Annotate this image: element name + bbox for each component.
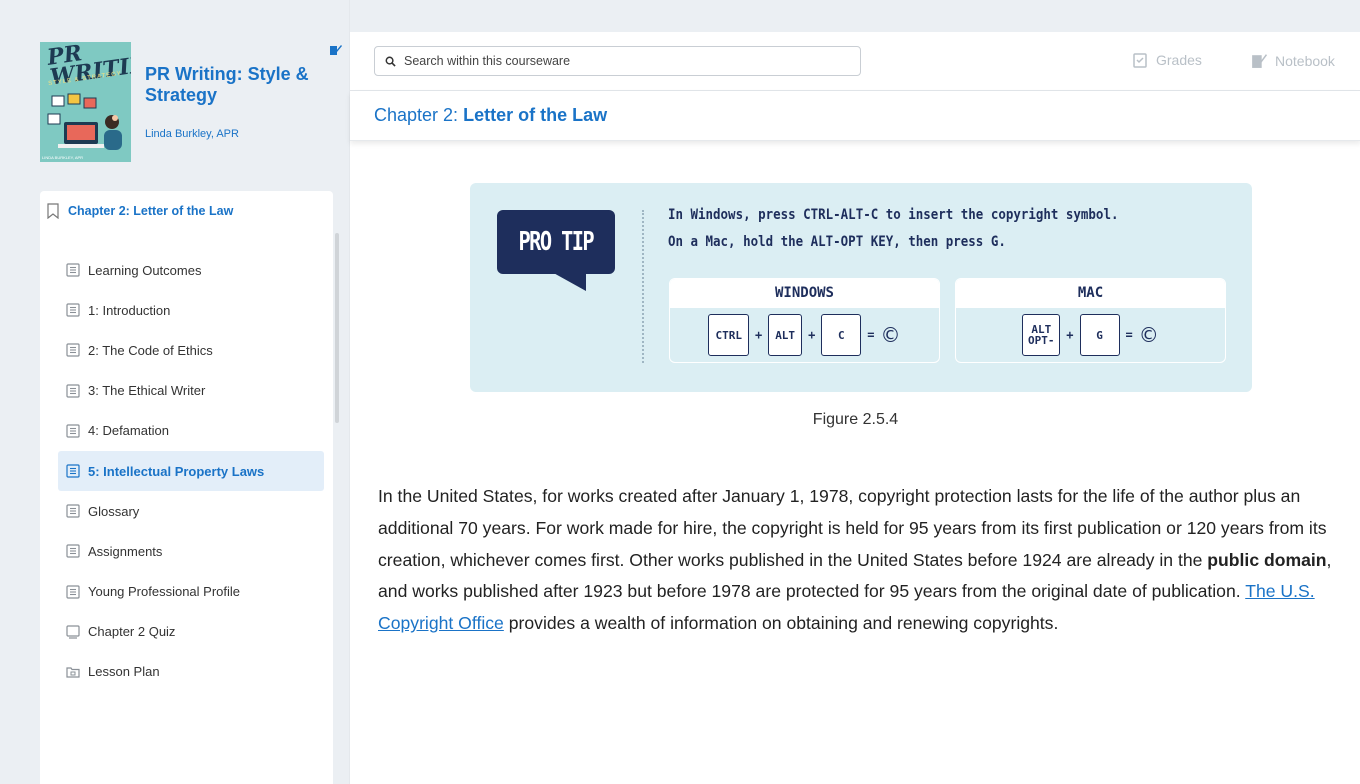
- toc-item[interactable]: 1: Introduction: [58, 290, 324, 330]
- plus-sign: +: [808, 328, 816, 342]
- search-input[interactable]: [404, 54, 844, 68]
- toc-item[interactable]: 4: Defamation: [58, 411, 324, 451]
- cover-author: LINDA BURKLEY, APR: [42, 155, 84, 160]
- ctrl-key: CTRL: [708, 314, 749, 356]
- alt-key: ALT: [768, 314, 803, 356]
- tip-line-1: In Windows, press CTRL-ALT-C to insert t…: [668, 207, 1119, 223]
- toc-list: Learning Outcomes 1: Introduction 2: The C…: [58, 250, 324, 692]
- toc-item-label: Learning Outcomes: [88, 262, 202, 278]
- top-strip: [350, 0, 1360, 32]
- toc-item[interactable]: Chapter 2 Quiz: [58, 612, 324, 652]
- toc-item-label: 4: Defamation: [88, 423, 169, 439]
- content-area: Grades Notebook Chapter 2: Letter of the…: [349, 0, 1360, 784]
- page-icon: [66, 424, 80, 438]
- course-sidebar: PR WRITING STYLE & STRATEGY LINDA BURKLE…: [0, 0, 349, 784]
- toc-item[interactable]: Glossary: [58, 491, 324, 531]
- toc-chapter-heading[interactable]: Chapter 2: Letter of the Law: [46, 203, 233, 219]
- notebook-pen-icon: [1252, 54, 1267, 68]
- c-key: C: [821, 314, 862, 356]
- table-of-contents: Chapter 2: Letter of the Law Learning Ou…: [40, 191, 339, 784]
- figure-caption: Figure 2.5.4: [812, 411, 899, 428]
- copyright-symbol: ©: [880, 323, 901, 347]
- pro-tip-label: PRO TIP: [518, 227, 595, 257]
- page-icon: [66, 263, 80, 277]
- body-text-3: provides a wealth of information on obta…: [503, 613, 1059, 634]
- public-domain-term: public domain: [1207, 549, 1327, 570]
- course-author: Linda Burkley, APR: [145, 128, 239, 140]
- search-box[interactable]: [374, 46, 861, 76]
- body-text-1: In the United States, for works created …: [378, 486, 1327, 570]
- search-icon: [385, 56, 396, 67]
- pro-tip-badge: PRO TIP: [497, 210, 615, 274]
- page-icon: [66, 584, 80, 599]
- page-icon: [66, 343, 80, 358]
- toc-item[interactable]: Young Professional Profile: [58, 572, 324, 612]
- toc-item[interactable]: Lesson Plan: [58, 652, 324, 692]
- toc-item-label: Glossary: [88, 503, 140, 519]
- toc-item[interactable]: 2: The Code of Ethics: [58, 330, 324, 370]
- course-header: PR WRITING STYLE & STRATEGY LINDA BURKLE…: [40, 42, 343, 164]
- toc-item[interactable]: 5: Intellectual Property Laws: [58, 450, 324, 492]
- folder-icon: [66, 665, 80, 679]
- copyright-symbol: ©: [1138, 323, 1159, 347]
- toolbar: Grades Notebook: [350, 32, 1360, 91]
- notebook-button[interactable]: Notebook: [1250, 52, 1335, 69]
- mac-heading: MAC: [956, 279, 1225, 308]
- plus-sign: +: [754, 328, 763, 342]
- page-icon: [66, 384, 80, 398]
- bookmark-icon: [47, 203, 59, 219]
- mac-panel: MAC ALT OPT- + G = ©: [955, 278, 1226, 363]
- dotted-divider: [642, 210, 644, 363]
- chapter-title: Chapter 2: Letter of the Law: [374, 105, 607, 126]
- toc-item-label: 2: The Code of Ethics: [88, 342, 213, 358]
- equals-sign: =: [867, 328, 875, 342]
- toc-item-label: Young Professional Profile: [88, 584, 241, 600]
- mac-shortcut: ALT OPT- + G = ©: [956, 308, 1225, 362]
- windows-shortcut: CTRL + ALT + C = ©: [670, 308, 939, 362]
- toc-chapter-label: Chapter 2: Letter of the Law: [68, 204, 234, 218]
- toc-item-label: 5: Intellectual Property Laws: [88, 463, 265, 479]
- clipboard-check-icon: [1133, 53, 1147, 68]
- quiz-icon: [66, 625, 80, 639]
- g-key: G: [1079, 314, 1120, 356]
- chapter-name: Letter of the Law: [463, 105, 608, 125]
- toc-item[interactable]: Assignments: [58, 531, 324, 571]
- toc-item[interactable]: Learning Outcomes: [58, 250, 324, 290]
- windows-panel: WINDOWS CTRL + ALT + C = ©: [669, 278, 940, 363]
- book-cover[interactable]: PR WRITING STYLE & STRATEGY LINDA BURKLE…: [40, 42, 131, 162]
- toc-item-label: 1: Introduction: [88, 302, 171, 318]
- chapter-prefix: Chapter 2:: [374, 105, 459, 125]
- toc-item[interactable]: 3: The Ethical Writer: [58, 371, 324, 411]
- toc-scrollbar[interactable]: [335, 233, 339, 423]
- body-paragraph: In the United States, for works created …: [378, 481, 1338, 640]
- windows-heading: WINDOWS: [670, 279, 939, 308]
- toc-item-label: Lesson Plan: [88, 664, 160, 680]
- toc-item-label: 3: The Ethical Writer: [88, 383, 206, 399]
- plus-sign: +: [1066, 328, 1074, 342]
- page-icon: [66, 544, 80, 559]
- toc-item-label: Assignments: [88, 543, 163, 559]
- page-icon: [66, 464, 80, 478]
- page-icon: [66, 303, 80, 317]
- equals-sign: =: [1125, 328, 1133, 342]
- grades-label: Grades: [1156, 52, 1202, 68]
- alt-opt-key: ALT OPT-: [1022, 314, 1061, 356]
- notebook-label: Notebook: [1275, 52, 1335, 69]
- pro-tip-figure: PRO TIP In Windows, press CTRL-ALT-C to …: [470, 183, 1252, 392]
- edit-notes-icon[interactable]: [327, 42, 343, 58]
- grades-button[interactable]: Grades: [1132, 52, 1202, 68]
- cover-illustration-icon: [47, 93, 122, 150]
- course-title: PR Writing: Style & Strategy: [145, 64, 309, 105]
- page-icon: [66, 504, 80, 518]
- toc-item-label: Chapter 2 Quiz: [88, 624, 176, 640]
- tip-line-2: On a Mac, hold the ALT-OPT KEY, then pre…: [668, 234, 1006, 250]
- chapter-header: Chapter 2: Letter of the Law: [350, 91, 1360, 141]
- speech-bubble-tail: [550, 271, 586, 291]
